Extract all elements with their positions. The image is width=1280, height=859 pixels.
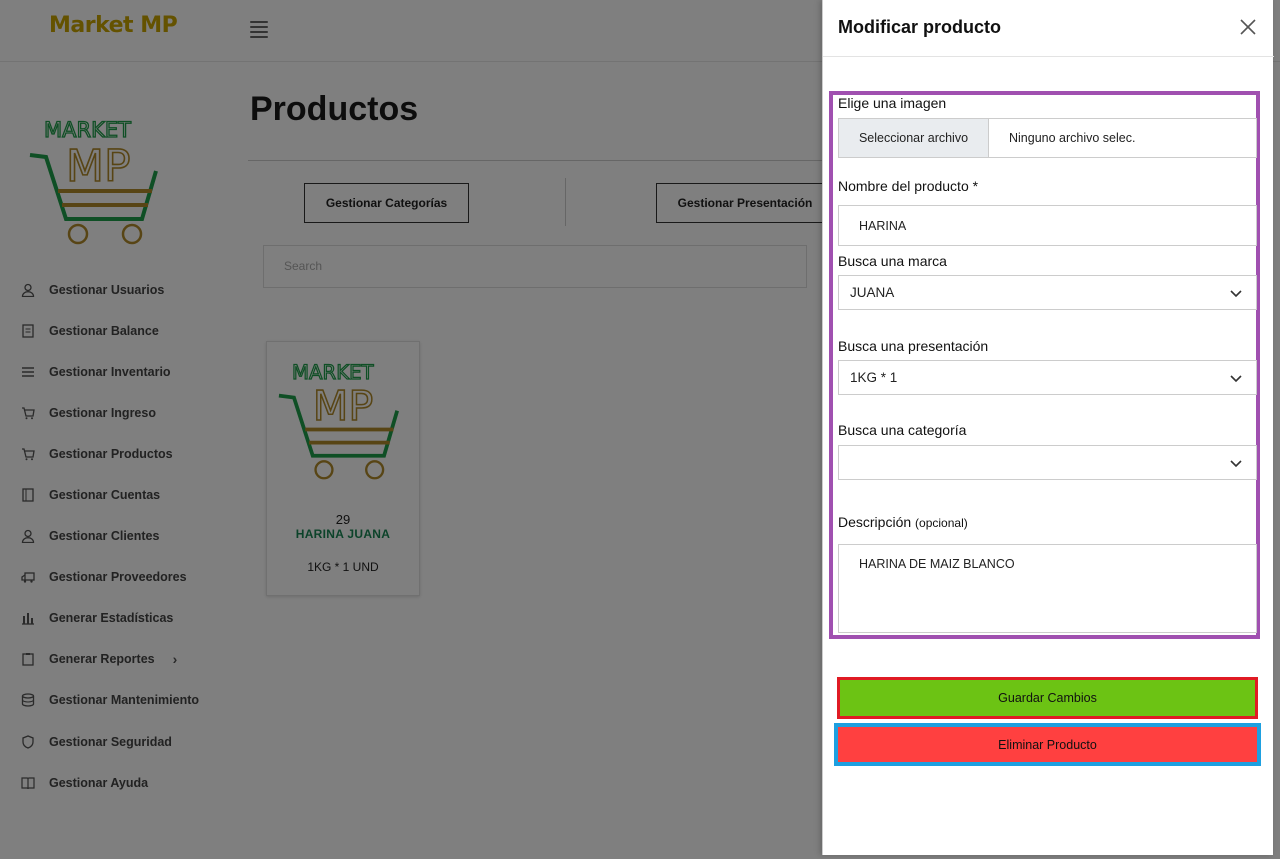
save-changes-button[interactable]: Guardar Cambios	[840, 680, 1255, 716]
image-label: Elige una imagen	[838, 95, 947, 111]
file-status: Ninguno archivo selec.	[1009, 131, 1136, 145]
presentation-label: Busca una presentación	[838, 338, 989, 354]
category-select[interactable]	[838, 445, 1257, 480]
close-icon[interactable]	[1239, 18, 1257, 36]
name-label: Nombre del producto *	[838, 178, 979, 194]
presentation-select[interactable]: 1KG * 1	[838, 360, 1257, 395]
description-label: Descripción (opcional)	[838, 514, 968, 530]
category-label: Busca una categoría	[838, 422, 967, 438]
product-name-input[interactable]: HARINA	[838, 205, 1257, 246]
description-optional: (opcional)	[915, 516, 968, 530]
save-button-highlight: Guardar Cambios	[837, 677, 1258, 719]
brand-select[interactable]: JUANA	[838, 275, 1257, 310]
panel-title: Modificar producto	[838, 17, 1001, 37]
chevron-down-icon	[1230, 290, 1242, 298]
delete-button-highlight: Eliminar Producto	[834, 723, 1261, 766]
panel-header: Modificar producto	[823, 0, 1274, 57]
image-file-input[interactable]: Seleccionar archivo Ninguno archivo sele…	[838, 118, 1257, 158]
description-label-text: Descripción	[838, 514, 912, 530]
edit-product-panel: Modificar producto Elige una imagen Sele…	[822, 0, 1274, 855]
brand-select-value: JUANA	[850, 285, 895, 300]
select-file-button[interactable]: Seleccionar archivo	[839, 119, 989, 157]
presentation-select-value: 1KG * 1	[850, 370, 898, 385]
delete-product-button[interactable]: Eliminar Producto	[838, 727, 1257, 762]
brand-label: Busca una marca	[838, 253, 947, 269]
description-textarea[interactable]: HARINA DE MAIZ BLANCO	[838, 544, 1257, 633]
chevron-down-icon	[1230, 375, 1242, 383]
chevron-down-icon	[1230, 460, 1242, 468]
